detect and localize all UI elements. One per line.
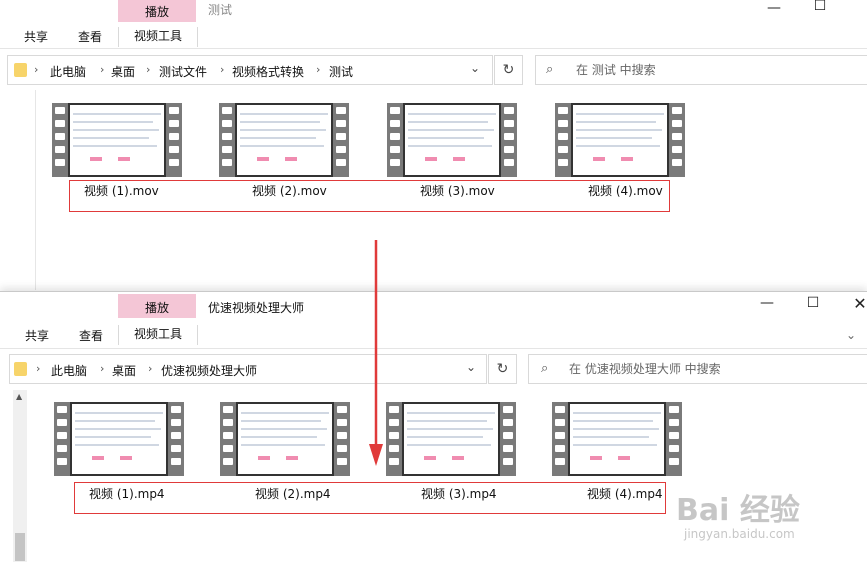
video-preview — [235, 103, 333, 177]
film-strip-right — [168, 402, 184, 476]
file-thumbnail[interactable] — [555, 103, 685, 177]
search-input[interactable]: ⌕ 在 优速视频处理大师 中搜索 — [528, 354, 867, 384]
file-thumbnail[interactable] — [52, 103, 182, 177]
film-strip-left — [387, 103, 403, 177]
context-group-label: 播放 — [144, 301, 169, 315]
breadcrumb-test[interactable]: 测试 — [329, 63, 353, 80]
film-strip-right — [166, 103, 182, 177]
window-title: 优速视频处理大师 — [208, 301, 305, 315]
folder-icon — [14, 63, 27, 77]
tab-share[interactable]: 共享 — [25, 327, 49, 344]
search-placeholder: 在 测试 中搜索 — [576, 63, 656, 77]
minimize-button[interactable]: — — [755, 295, 779, 311]
file-thumbnail[interactable] — [386, 402, 516, 476]
nav-pane-divider — [35, 90, 36, 290]
highlight-box — [69, 180, 670, 212]
address-bar[interactable]: › 此电脑 › 桌面 › 优速视频处理大师 ⌄ — [9, 354, 487, 384]
scroll-up-icon[interactable]: ▲ — [16, 392, 22, 401]
breadcrumb-desktop[interactable]: 桌面 — [112, 362, 136, 379]
file-thumbnail[interactable] — [387, 103, 517, 177]
chevron-down-icon[interactable]: ⌄ — [470, 61, 480, 75]
refresh-icon[interactable]: ↻ — [488, 354, 517, 384]
maximize-button[interactable]: ☐ — [808, 0, 832, 14]
refresh-icon[interactable]: ↻ — [494, 55, 523, 85]
explorer-window-bottom: 播放 视频工具 优速视频处理大师 共享 查看 — ☐ ✕ ⌄ › 此电脑 › 桌… — [0, 291, 867, 563]
search-icon: ⌕ — [546, 62, 554, 77]
nav-pane-scrollbar[interactable]: ▲ — [13, 390, 27, 562]
tab-view[interactable]: 查看 — [78, 28, 102, 45]
search-input[interactable]: ⌕ 在 测试 中搜索 — [535, 55, 867, 85]
file-thumbnail[interactable] — [54, 402, 184, 476]
ribbon-divider — [0, 348, 867, 349]
breadcrumb-this-pc[interactable]: 此电脑 — [50, 63, 86, 80]
breadcrumb-test-files[interactable]: 测试文件 — [159, 63, 207, 80]
video-preview — [571, 103, 669, 177]
baidu-jingyan-watermark: Bai 经验 jingyan.baidu.com — [676, 485, 861, 545]
chevron-right-icon: › — [34, 63, 39, 76]
film-strip-left — [54, 402, 70, 476]
chevron-down-icon[interactable]: ⌄ — [466, 360, 476, 374]
chevron-right-icon: › — [146, 63, 151, 76]
address-bar[interactable]: › 此电脑 › 桌面 › 测试文件 › 视频格式转换 › 测试 ⌄ — [7, 55, 493, 85]
explorer-window-top: 播放 视频工具 测试 共享 查看 — ☐ › 此电脑 › 桌面 › 测试文件 ›… — [0, 0, 867, 292]
chevron-right-icon: › — [316, 63, 321, 76]
minimize-button[interactable]: — — [762, 0, 786, 16]
film-strip-left — [552, 402, 568, 476]
breadcrumb-app-folder[interactable]: 优速视频处理大师 — [161, 362, 257, 379]
file-thumbnail[interactable] — [219, 103, 349, 177]
context-group-label: 播放 — [144, 5, 169, 19]
film-strip-right — [666, 402, 682, 476]
film-strip-left — [555, 103, 571, 177]
video-preview — [236, 402, 334, 476]
film-strip-left — [386, 402, 402, 476]
video-preview — [70, 402, 168, 476]
file-thumbnail[interactable] — [220, 402, 350, 476]
film-strip-left — [52, 103, 68, 177]
tab-view[interactable]: 查看 — [79, 327, 103, 344]
maximize-button[interactable]: ☐ — [801, 295, 825, 311]
tab-video-tools[interactable]: 视频工具 — [118, 27, 198, 47]
watermark-brand: Bai 经验 — [676, 493, 800, 528]
video-preview — [568, 402, 666, 476]
ribbon-divider — [0, 48, 867, 49]
highlight-box — [74, 482, 666, 514]
film-strip-right — [334, 402, 350, 476]
search-icon: ⌕ — [541, 361, 549, 376]
tab-share[interactable]: 共享 — [24, 28, 48, 45]
scrollbar-thumb[interactable] — [15, 533, 25, 561]
ribbon: 播放 视频工具 测试 共享 查看 — ☐ — [0, 0, 867, 49]
video-preview — [402, 402, 500, 476]
breadcrumb-video-convert[interactable]: 视频格式转换 — [232, 63, 304, 80]
chevron-right-icon: › — [220, 63, 225, 76]
arrow-head — [369, 444, 383, 466]
chevron-right-icon: › — [100, 63, 105, 76]
film-strip-right — [333, 103, 349, 177]
search-placeholder: 在 优速视频处理大师 中搜索 — [569, 362, 721, 376]
tab-video-tools[interactable]: 视频工具 — [118, 325, 198, 345]
window-title: 测试 — [208, 3, 233, 17]
ribbon: 播放 视频工具 优速视频处理大师 共享 查看 — ☐ ✕ ⌄ — [0, 292, 867, 345]
film-strip-right — [501, 103, 517, 177]
file-thumbnail[interactable] — [552, 402, 682, 476]
chevron-right-icon: › — [36, 362, 41, 375]
chevron-down-icon[interactable]: ⌄ — [846, 328, 856, 342]
breadcrumb-desktop[interactable]: 桌面 — [111, 63, 135, 80]
close-button[interactable]: ✕ — [848, 294, 867, 313]
watermark-url: jingyan.baidu.com — [684, 527, 795, 541]
film-strip-right — [669, 103, 685, 177]
video-preview — [68, 103, 166, 177]
film-strip-left — [220, 402, 236, 476]
red-arrow-annotation — [369, 240, 383, 466]
chevron-right-icon: › — [100, 362, 105, 375]
breadcrumb-this-pc[interactable]: 此电脑 — [51, 362, 87, 379]
folder-icon — [14, 362, 27, 376]
video-preview — [403, 103, 501, 177]
film-strip-right — [500, 402, 516, 476]
chevron-right-icon: › — [148, 362, 153, 375]
film-strip-left — [219, 103, 235, 177]
